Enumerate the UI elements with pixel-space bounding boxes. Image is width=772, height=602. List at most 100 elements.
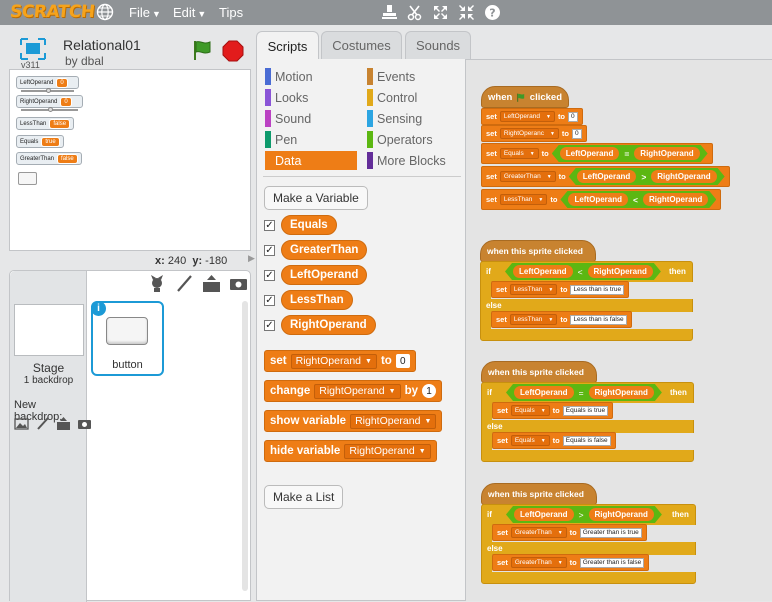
category-motion[interactable]: Motion <box>265 67 357 86</box>
project-title[interactable]: Relational01 <box>63 37 141 53</box>
tab-costumes[interactable]: Costumes <box>321 31 402 59</box>
checkbox-lessthan[interactable]: ✓ <box>264 295 275 306</box>
set-lessthan-block[interactable]: set LessThan ▼ to LeftOperand < RightOperand <box>481 189 722 210</box>
upload-sprite-icon[interactable] <box>202 274 221 293</box>
paint-sprite-icon[interactable] <box>175 274 194 293</box>
category-data[interactable]: Data <box>265 151 357 170</box>
sprite-thumbnail-button[interactable]: i button <box>91 301 164 376</box>
if-else-block[interactable]: if LeftOperand > RightOperand then else <box>481 504 697 584</box>
checkbox-rightoperand[interactable]: ✓ <box>264 320 275 331</box>
checkbox-equals[interactable]: ✓ <box>264 220 275 231</box>
camera-sprite-icon[interactable] <box>229 274 248 293</box>
variable-dropdown[interactable]: RightOperand ▼ <box>290 353 377 369</box>
info-icon[interactable]: i <box>91 301 106 316</box>
less-than-operator[interactable]: LeftOperand < RightOperand <box>560 191 716 208</box>
set-rightoperand-block[interactable]: set RightOperanc ▼ to 0 <box>481 125 587 142</box>
tab-sounds[interactable]: Sounds <box>405 31 471 59</box>
hide-variable-block[interactable]: hide variable RightOperand ▼ <box>264 440 437 462</box>
monitor-leftoperand[interactable]: LeftOperand 0 <box>16 76 79 93</box>
monitor-equals[interactable]: Equals true <box>16 135 64 148</box>
monitor-slider[interactable] <box>21 88 74 93</box>
category-divider <box>263 176 461 177</box>
set-lessthan-false-block[interactable]: set LessThan ▼ to Less than is false <box>491 311 632 328</box>
stage-thumbnail[interactable] <box>14 304 84 356</box>
when-sprite-clicked-hat[interactable]: when this sprite clicked <box>481 483 597 505</box>
greater-than-operator[interactable]: LeftOperand > RightOperand <box>506 506 662 523</box>
dropdown-arrow-icon: ▼ <box>365 357 372 365</box>
monitor-rightoperand[interactable]: RightOperand 0 <box>16 95 83 112</box>
set-equals-false-block[interactable]: set Equals ▼ to Equals is false <box>492 432 616 449</box>
file-menu[interactable]: File ▼ <box>129 5 161 20</box>
delete-scissors-icon[interactable] <box>406 4 423 21</box>
set-variable-block[interactable]: set RightOperand ▼ to 0 <box>264 350 416 372</box>
category-events[interactable]: Events <box>367 67 459 86</box>
edit-menu[interactable]: Edit ▼ <box>173 5 206 20</box>
category-sensing[interactable]: Sensing <box>367 109 459 128</box>
monitor-slider[interactable] <box>21 107 78 112</box>
grow-icon[interactable] <box>432 4 449 21</box>
choose-sprite-library-icon[interactable] <box>148 274 167 293</box>
tab-scripts[interactable]: Scripts <box>256 31 319 61</box>
stop-sign-icon[interactable] <box>222 40 244 62</box>
set-leftoperand-block[interactable]: set LeftOperand ▼ to 0 <box>481 108 583 125</box>
reporter-rightoperand[interactable]: RightOperand <box>281 315 376 335</box>
reporter-lessthan[interactable]: LessThan <box>281 290 353 310</box>
when-sprite-clicked-hat[interactable]: when this sprite clicked <box>480 240 596 262</box>
set-equals-true-block[interactable]: set Equals ▼ to Equals is true <box>492 402 614 419</box>
category-looks[interactable]: Looks <box>265 88 357 107</box>
set-lessthan-true-block[interactable]: set LessThan ▼ to Less than is true <box>491 281 630 298</box>
stage-canvas[interactable]: LeftOperand 0 RightOperand 0 LessThan false… <box>9 69 251 251</box>
category-more-blocks[interactable]: More Blocks <box>367 151 459 170</box>
presentation-mode-icon[interactable] <box>20 38 46 60</box>
shrink-icon[interactable] <box>458 4 475 21</box>
category-pen[interactable]: Pen <box>265 130 357 149</box>
tips-menu[interactable]: Tips <box>219 5 243 20</box>
duplicate-stamp-icon[interactable] <box>381 4 398 21</box>
checkbox-greaterthan[interactable]: ✓ <box>264 245 275 256</box>
value-input[interactable]: 0 <box>395 354 410 368</box>
script-area[interactable]: when clicked set LeftOperand ▼ to 0 set Right… <box>466 59 772 601</box>
checkbox-leftoperand[interactable]: ✓ <box>264 270 275 281</box>
show-variable-block[interactable]: show variable RightOperand ▼ <box>264 410 443 432</box>
reporter-leftoperand[interactable]: LeftOperand <box>281 265 368 285</box>
reporter-greaterthan[interactable]: GreaterThan <box>281 240 368 260</box>
upload-backdrop-icon[interactable] <box>56 416 71 431</box>
set-greaterthan-false-block[interactable]: set GreaterThan ▼ to Greater than is false <box>492 554 650 571</box>
monitor-greaterthan[interactable]: GreaterThan false <box>16 152 82 165</box>
when-flag-clicked-hat[interactable]: when clicked <box>481 86 569 108</box>
set-greaterthan-block[interactable]: set GreaterThan ▼ to LeftOperand > RightOpera… <box>481 166 730 187</box>
green-flag-icon[interactable] <box>191 39 213 61</box>
variable-dropdown[interactable]: RightOperand ▼ <box>314 383 401 399</box>
set-greaterthan-true-block[interactable]: set GreaterThan ▼ to Greater than is true <box>492 524 647 541</box>
choose-backdrop-library-icon[interactable] <box>14 416 29 431</box>
equals-operator[interactable]: LeftOperand = RightOperand <box>506 384 662 401</box>
variable-dropdown[interactable]: RightOperand ▼ <box>350 413 437 429</box>
make-variable-button[interactable]: Make a Variable <box>264 186 368 210</box>
equals-operator[interactable]: LeftOperand = RightOperand <box>552 145 708 162</box>
set-equals-block[interactable]: set Equals ▼ to LeftOperand = RightOperand <box>481 143 713 164</box>
category-control[interactable]: Control <box>367 88 459 107</box>
monitor-lessthan[interactable]: LessThan false <box>16 117 75 130</box>
greater-than-operator[interactable]: LeftOperand > RightOperand <box>569 168 725 185</box>
category-sound[interactable]: Sound <box>265 109 357 128</box>
collapse-arrow-icon[interactable]: ▶ <box>248 253 255 264</box>
when-sprite-clicked-hat[interactable]: when this sprite clicked <box>481 361 597 383</box>
globe-icon[interactable] <box>96 3 114 21</box>
value-input[interactable]: 1 <box>422 384 436 398</box>
category-operators[interactable]: Operators <box>367 130 459 149</box>
make-list-button[interactable]: Make a List <box>264 485 344 509</box>
variable-dropdown[interactable]: RightOperand ▼ <box>344 443 431 459</box>
dropdown-arrow-icon: ▼ <box>388 387 396 395</box>
change-variable-block[interactable]: change RightOperand ▼ by 1 <box>264 380 442 402</box>
stage-sprite-button[interactable] <box>18 172 37 185</box>
scratch-logo[interactable]: SCRATCH <box>9 2 96 22</box>
camera-backdrop-icon[interactable] <box>77 416 92 431</box>
stage-column: Stage 1 backdrop New backdrop: <box>10 271 91 602</box>
if-else-block[interactable]: if LeftOperand = RightOperand then else <box>481 382 695 462</box>
paint-backdrop-icon[interactable] <box>35 416 50 431</box>
less-than-operator[interactable]: LeftOperand < RightOperand <box>505 263 661 280</box>
sprite-scrollbar[interactable] <box>242 301 248 591</box>
if-else-block[interactable]: if LeftOperand < RightOperand then else <box>480 261 694 341</box>
reporter-equals[interactable]: Equals <box>281 215 337 235</box>
help-icon[interactable]: ? <box>484 4 501 21</box>
